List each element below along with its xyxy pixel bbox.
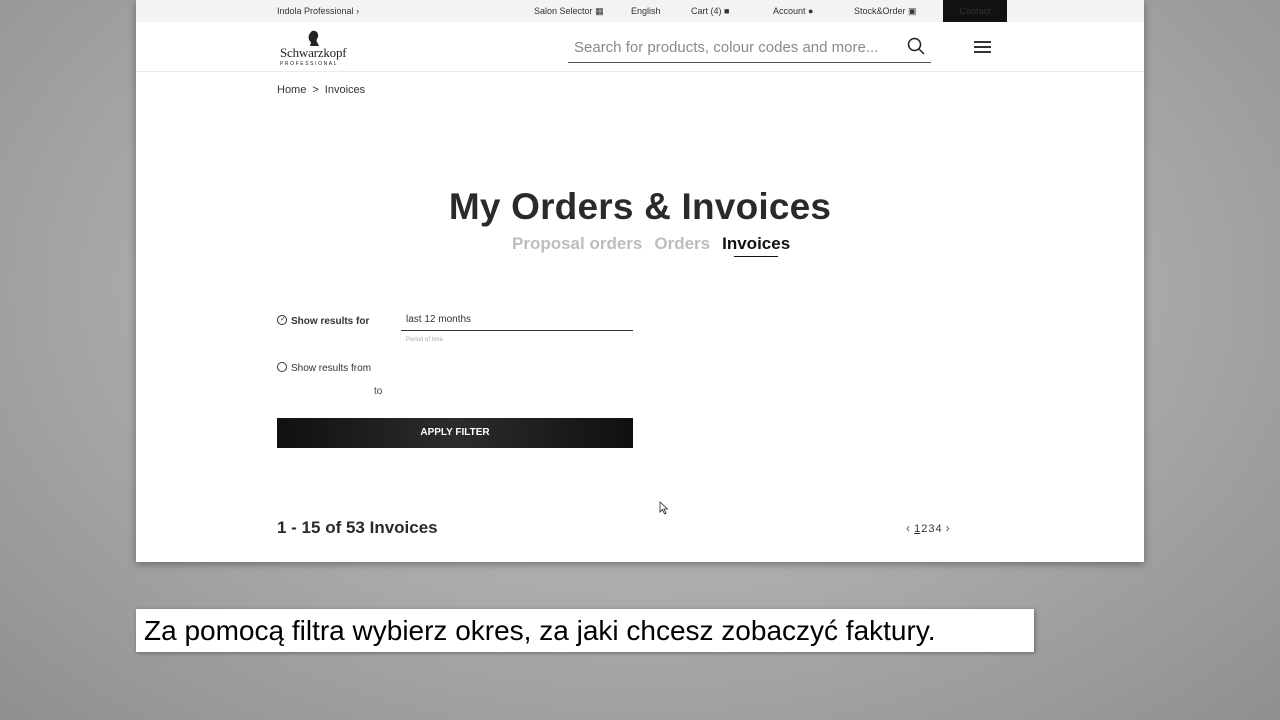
top-utility-bar: Indola Professional › Salon Selector ▦ E…	[136, 0, 1144, 22]
tab-invoices[interactable]: Invoices	[722, 234, 790, 253]
caption-subtitle: Za pomocą filtra wybierz okres, za jaki …	[136, 609, 1034, 652]
clipboard-icon: ▣	[908, 6, 917, 16]
user-icon: ●	[808, 6, 814, 16]
search-input[interactable]: Search for products, colour codes and mo…	[574, 39, 878, 56]
page-4[interactable]: 4	[935, 523, 941, 535]
tab-orders[interactable]: Orders	[654, 234, 710, 253]
account-link[interactable]: Account ●	[773, 6, 813, 16]
logo-text: Schwarzkopf	[280, 45, 347, 60]
page-title: My Orders & Invoices	[448, 186, 832, 227]
page-1[interactable]: 1	[914, 523, 920, 535]
pagination: ‹ 1234 ›	[906, 521, 951, 535]
salon-selector-label: Salon Selector	[534, 6, 593, 16]
results-summary: 1 - 15 of 53 Invoices	[277, 518, 438, 537]
filter-option-period[interactable]: ✓ Show results for	[277, 315, 369, 327]
schwarzkopf-logo[interactable]: Schwarzkopf PROFESSIONAL	[280, 30, 350, 67]
salon-selector-link[interactable]: Salon Selector ▦	[534, 6, 604, 17]
search-bar[interactable]: Search for products, colour codes and mo…	[568, 34, 931, 63]
contact-button[interactable]: Contact	[943, 0, 1007, 22]
show-results-for-label: Show results for	[291, 316, 370, 327]
stock-order-link[interactable]: Stock&Order ▣	[854, 6, 917, 17]
hamburger-menu-icon[interactable]	[974, 41, 991, 53]
browser-window: Indola Professional › Salon Selector ▦ E…	[136, 0, 1144, 562]
page-3[interactable]: 3	[928, 523, 934, 535]
breadcrumb-current: Invoices	[324, 84, 366, 96]
to-label: to	[374, 386, 383, 397]
store-icon: ▦	[595, 6, 604, 16]
bag-icon: ■	[724, 6, 730, 16]
order-tabs: Proposal orders Orders Invoices	[512, 234, 802, 254]
breadcrumb: Home > Invoices	[277, 84, 365, 96]
cart-label: Cart (4)	[691, 6, 722, 16]
breadcrumb-separator: >	[312, 84, 319, 96]
prev-page-icon[interactable]: ‹	[906, 521, 910, 535]
apply-filter-button[interactable]: APPLY FILTER	[277, 418, 633, 448]
tab-proposal-orders[interactable]: Proposal orders	[512, 234, 642, 253]
account-label: Account	[773, 6, 806, 16]
period-hint: Period of time	[406, 337, 444, 343]
show-results-from-label: Show results from	[291, 363, 372, 374]
page-2[interactable]: 2	[921, 523, 927, 535]
breadcrumb-home[interactable]: Home	[277, 84, 306, 96]
radio-checked-icon[interactable]: ✓	[277, 315, 287, 325]
silhouette-icon	[308, 30, 319, 46]
filter-option-range[interactable]: Show results from	[277, 362, 371, 374]
site-header: Schwarzkopf PROFESSIONAL Search for prod…	[136, 22, 1144, 72]
period-select[interactable]: last 12 months	[401, 311, 633, 331]
radio-unchecked-icon[interactable]	[277, 362, 287, 372]
search-icon[interactable]	[907, 37, 925, 55]
mouse-cursor-icon	[659, 501, 669, 515]
cart-link[interactable]: Cart (4) ■	[691, 6, 729, 16]
chevron-right-icon: ›	[356, 6, 360, 16]
logo-subtext: PROFESSIONAL	[280, 61, 339, 67]
language-selector[interactable]: English	[631, 6, 661, 16]
indola-link[interactable]: Indola Professional ›	[277, 6, 359, 16]
stock-order-label: Stock&Order	[854, 6, 906, 16]
indola-link-label: Indola Professional	[277, 6, 354, 16]
next-page-icon[interactable]: ›	[946, 521, 950, 535]
